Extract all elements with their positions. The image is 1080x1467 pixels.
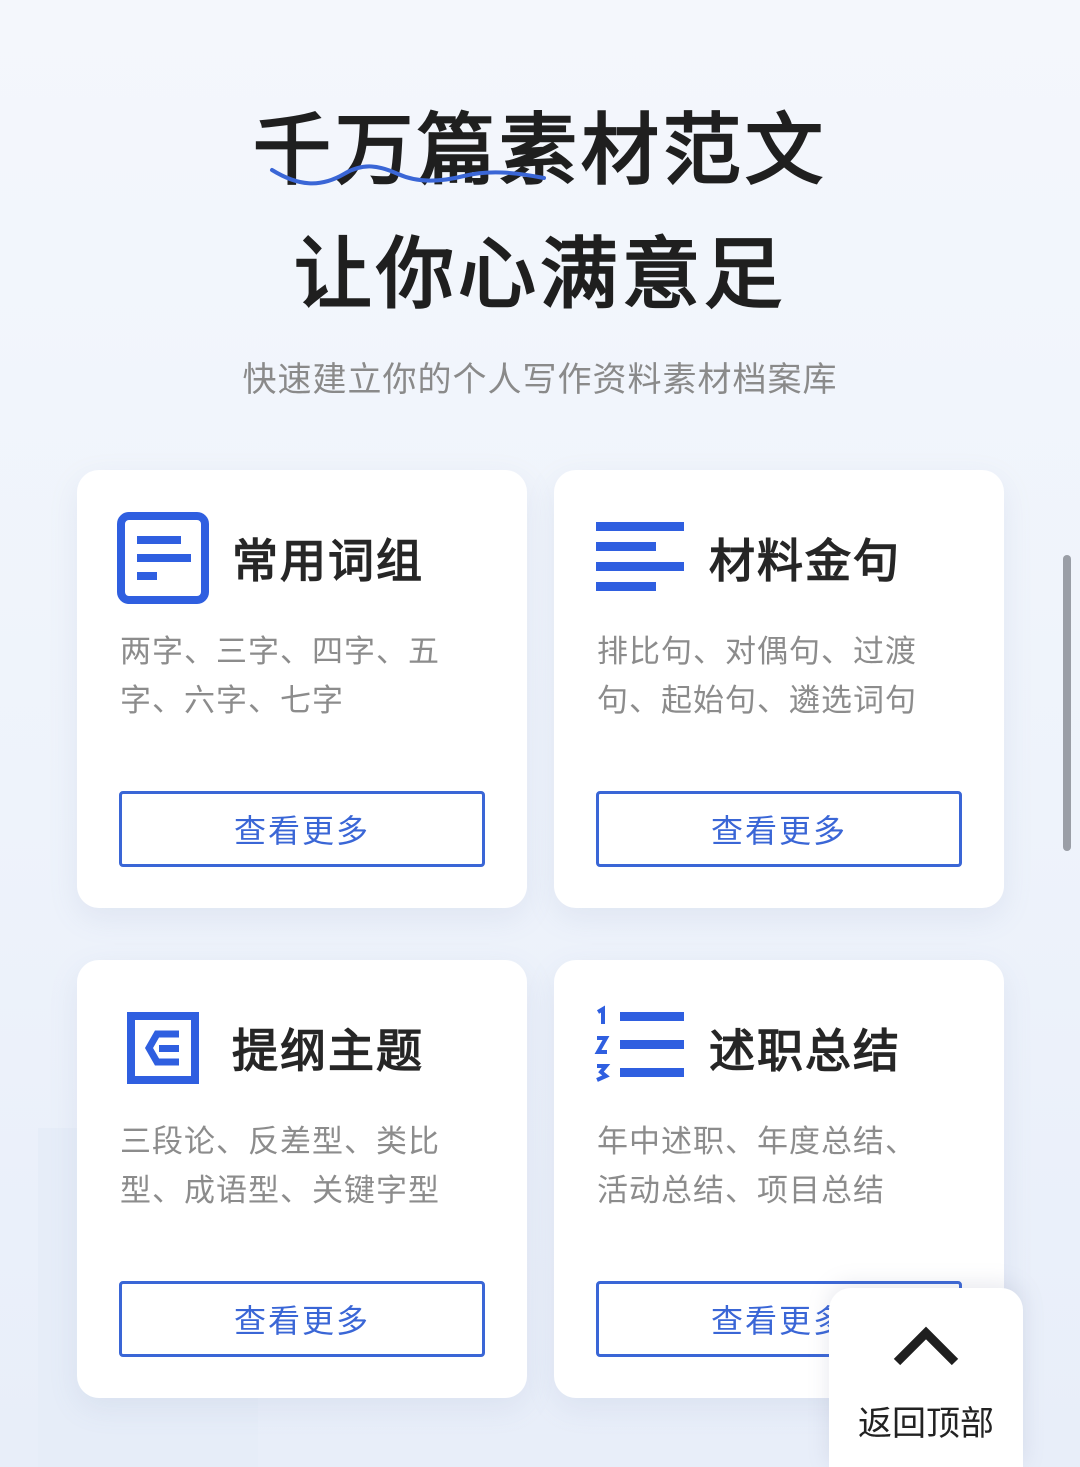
outline-e-icon — [127, 1012, 199, 1084]
card-title: 材料金句 — [709, 534, 901, 588]
headline-line-2: 让你心满意足 — [293, 230, 786, 320]
card-common-phrases: 常用词组 两字、三字、四字、五字、六字、七字 查看更多 — [77, 470, 527, 908]
back-to-top-button[interactable]: 返回顶部 — [829, 1288, 1023, 1467]
card-title: 述职总结 — [709, 1024, 901, 1078]
view-more-button[interactable]: 查看更多 — [119, 791, 485, 867]
card-description: 三段论、反差型、类比型、成语型、关键字型 — [120, 1124, 440, 1209]
back-to-top-label: 返回顶部 — [858, 1404, 994, 1444]
view-more-button[interactable]: 查看更多 — [596, 791, 962, 867]
card-golden-sentences: 材料金句 排比句、对偶句、过渡句、起始句、遴选词句 查看更多 — [554, 470, 1004, 908]
squiggle-underline-decoration — [270, 164, 546, 186]
card-title: 常用词组 — [232, 534, 424, 588]
numbered-list-icon — [594, 1005, 684, 1082]
chevron-up-icon — [893, 1326, 959, 1366]
card-description: 排比句、对偶句、过渡句、起始句、遴选词句 — [597, 634, 917, 719]
card-outline-themes: 提纲主题 三段论、反差型、类比型、成语型、关键字型 查看更多 — [77, 960, 527, 1398]
hero-subtitle: 快速建立你的个人写作资料素材档案库 — [242, 360, 838, 400]
card-description: 年中述职、年度总结、活动总结、项目总结 — [597, 1124, 917, 1209]
view-more-button[interactable]: 查看更多 — [119, 1281, 485, 1357]
scrollbar-thumb[interactable] — [1063, 555, 1071, 851]
document-lines-icon — [117, 512, 209, 604]
card-title: 提纲主题 — [232, 1024, 424, 1078]
card-description: 两字、三字、四字、五字、六字、七字 — [120, 634, 440, 719]
text-lines-icon — [596, 522, 684, 591]
